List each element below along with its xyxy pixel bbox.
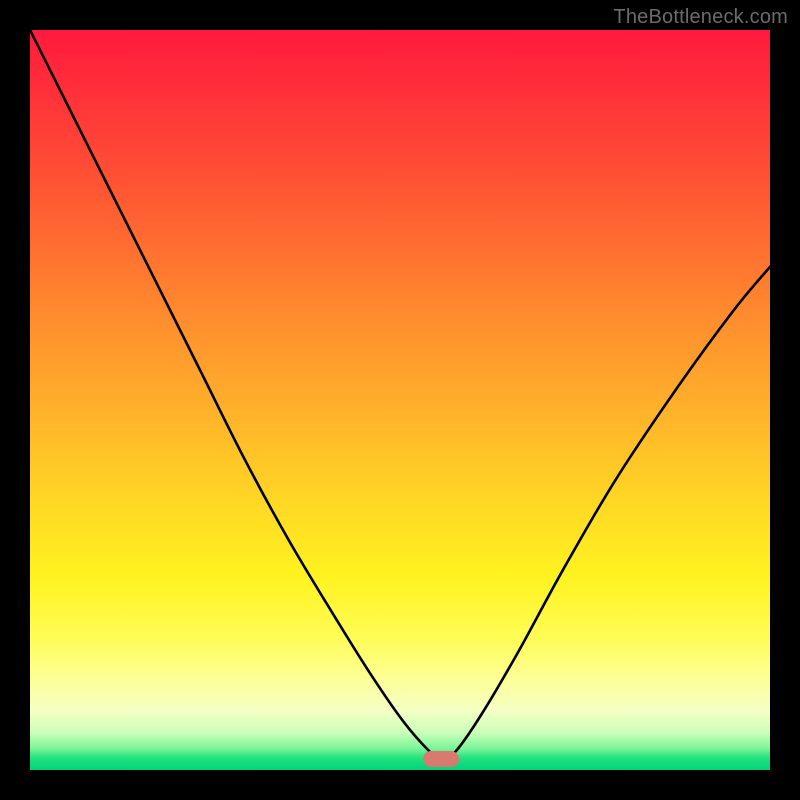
bottleneck-curve xyxy=(30,30,770,759)
plot-area xyxy=(30,30,770,770)
attribution-text: TheBottleneck.com xyxy=(613,6,788,29)
curve-svg xyxy=(30,30,770,770)
chart-container: TheBottleneck.com xyxy=(0,0,800,800)
optimum-marker xyxy=(423,751,459,767)
